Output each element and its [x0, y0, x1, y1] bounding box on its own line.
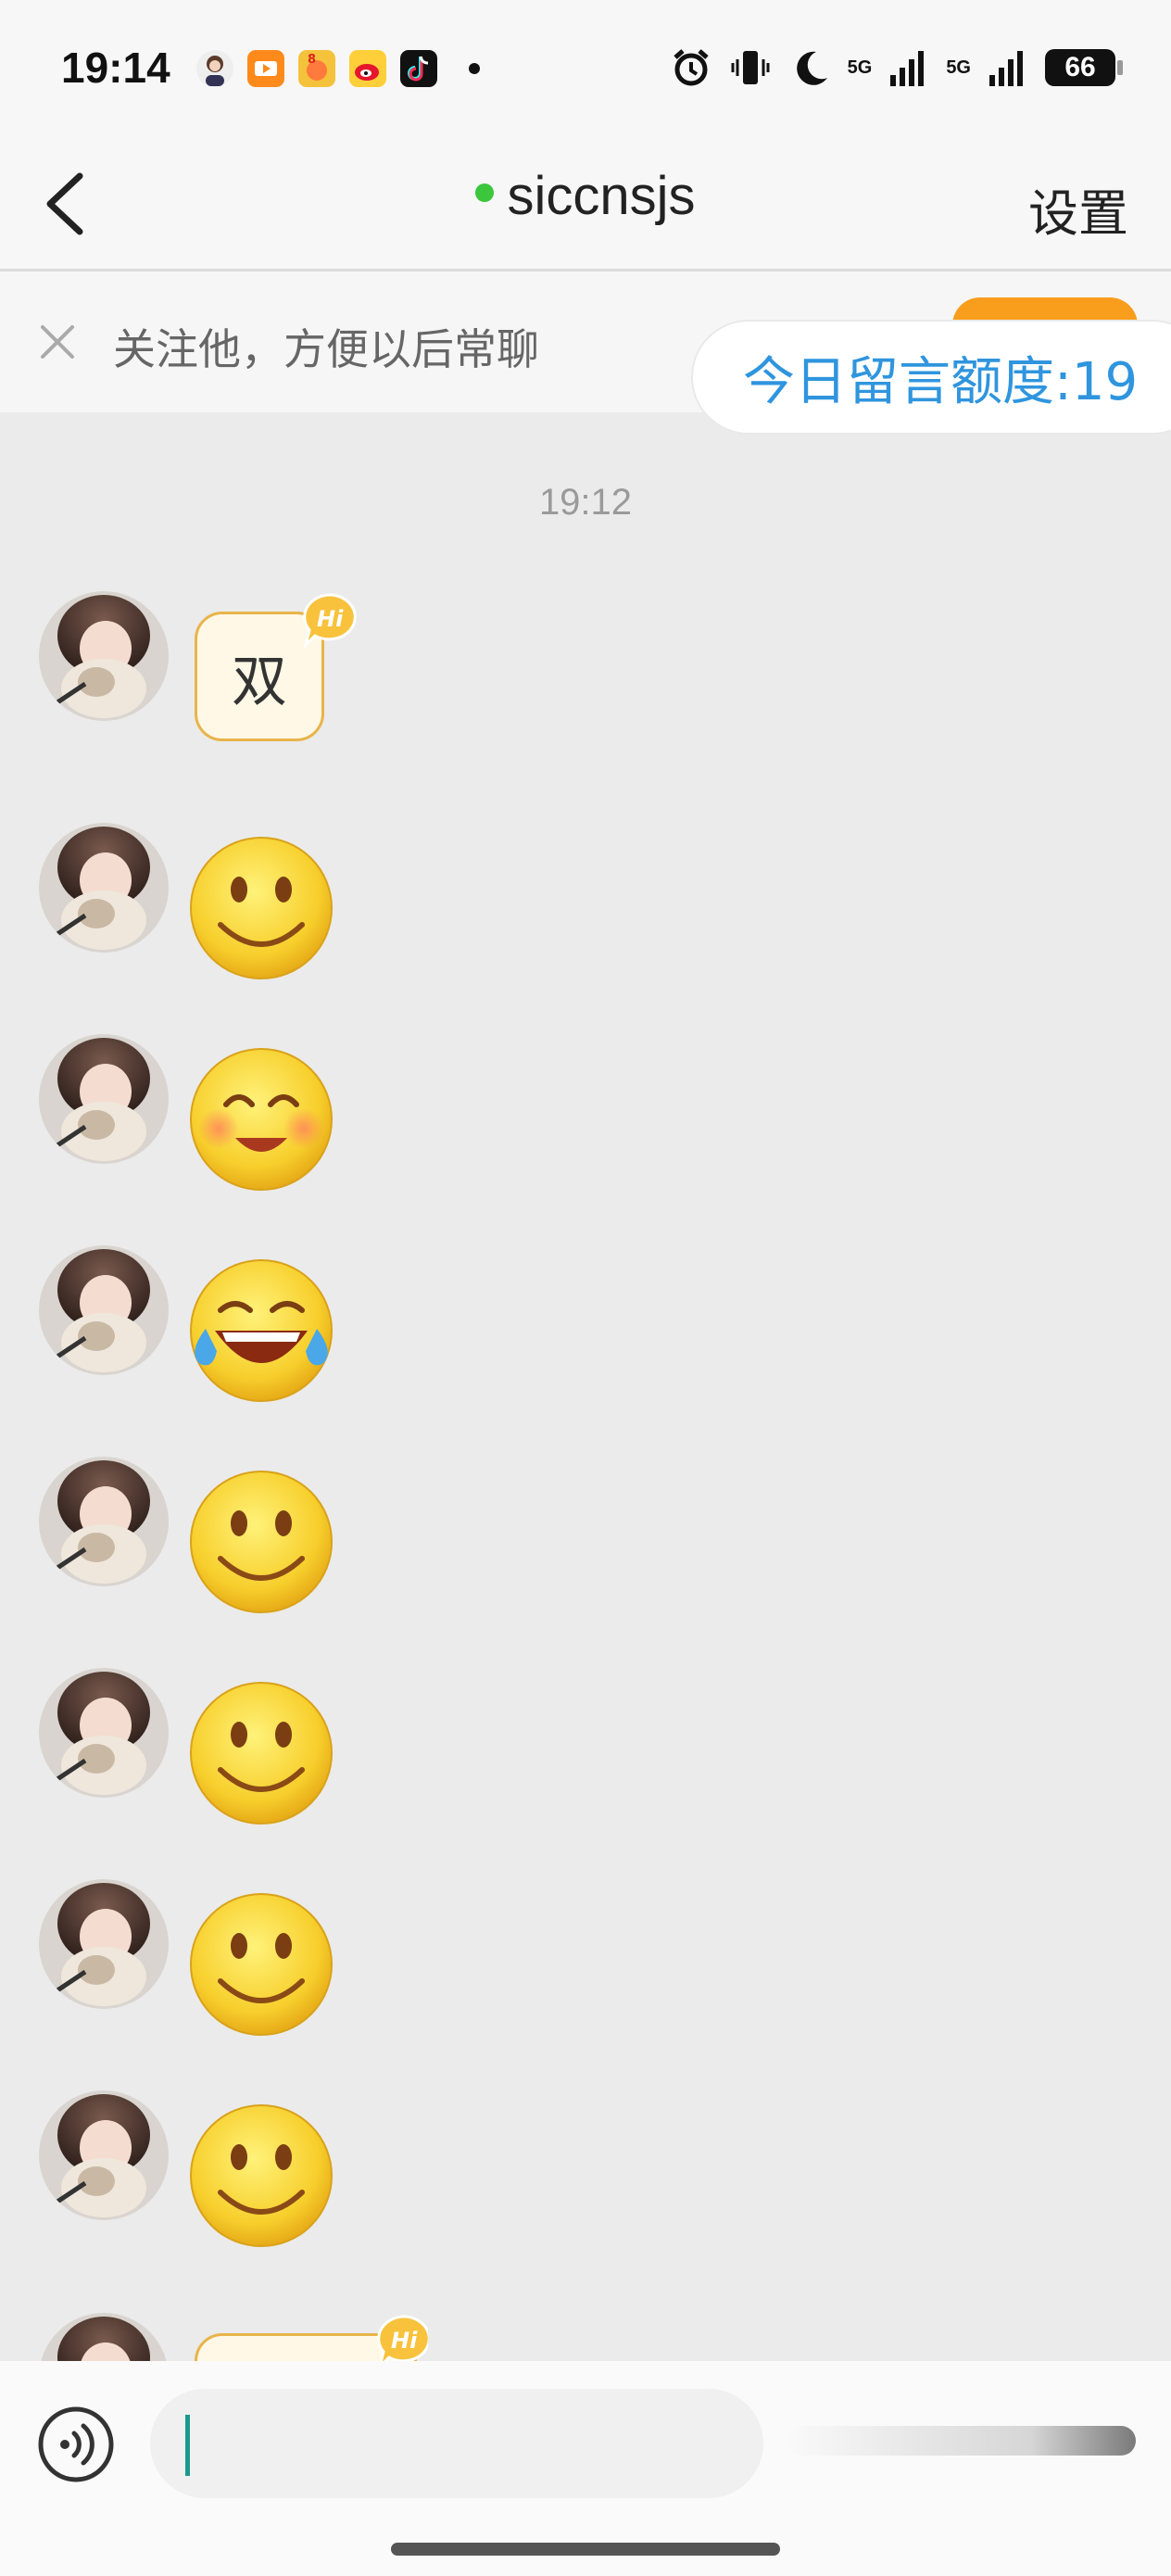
- avatar[interactable]: [39, 2313, 169, 2361]
- weibo-icon: [349, 50, 386, 87]
- tiktok-icon: [400, 50, 437, 87]
- hi-badge-text: Hi: [391, 2328, 418, 2354]
- video-app-icon: [247, 50, 284, 87]
- chat-message[interactable]: [39, 1879, 372, 2036]
- avatar[interactable]: [39, 1034, 169, 1164]
- avatar[interactable]: [39, 823, 169, 953]
- message-input[interactable]: [150, 2389, 763, 2498]
- smile-emoji-icon[interactable]: [187, 1890, 335, 2039]
- online-status-dot: [475, 183, 495, 202]
- chat-message[interactable]: [39, 1245, 372, 1402]
- avatar[interactable]: [39, 591, 169, 721]
- hi-badge-icon: Hi: [303, 593, 357, 649]
- send-area[interactable]: [786, 2426, 1136, 2456]
- avatar[interactable]: [39, 1457, 169, 1586]
- vibrate-icon: [731, 51, 770, 84]
- settings-button[interactable]: 设置: [1028, 172, 1128, 246]
- smile-emoji-icon[interactable]: [187, 2102, 335, 2250]
- blush-emoji-icon[interactable]: [187, 1045, 335, 1193]
- smile-emoji-icon[interactable]: [187, 1679, 335, 1827]
- network-type-1: 5G: [847, 57, 873, 78]
- avatar[interactable]: [39, 1879, 169, 2009]
- smile-emoji-icon[interactable]: [187, 834, 335, 982]
- chat-message[interactable]: Hi: [39, 2313, 428, 2361]
- notification-more-dot: [469, 63, 480, 74]
- nav-title-wrap: siccnsjs: [0, 165, 1171, 227]
- battery-level: 66: [1064, 52, 1096, 82]
- battery-indicator: 66: [1045, 49, 1123, 86]
- message-quota-badge: 今日留言额度:19: [691, 320, 1171, 435]
- avatar[interactable]: [39, 1245, 169, 1375]
- status-time: 19:14: [61, 44, 170, 92]
- chat-message[interactable]: [39, 1457, 372, 1613]
- alarm-icon: [673, 49, 709, 86]
- status-indicators: 5G 5G 66: [670, 44, 1123, 91]
- chat-message[interactable]: [39, 823, 372, 979]
- smile-emoji-icon[interactable]: [187, 1468, 335, 1616]
- chat-message[interactable]: [39, 2090, 372, 2247]
- input-bar: [0, 2361, 1171, 2576]
- hi-sticker-text: 双: [232, 649, 287, 714]
- text-caret: [185, 2415, 190, 2476]
- moon-icon: [796, 51, 827, 85]
- signal-icon: [989, 51, 1023, 86]
- status-bar: 19:14 8 5G 5G 66: [0, 0, 1171, 139]
- chat-timestamp: 19:12: [538, 482, 633, 523]
- hi-badge-icon: Hi: [377, 2315, 428, 2361]
- page-title: siccnsjs: [507, 166, 696, 226]
- game-app-icon: 8: [298, 50, 335, 87]
- chat-message[interactable]: [39, 1034, 372, 1191]
- home-indicator[interactable]: [391, 2543, 780, 2556]
- network-type-2: 5G: [946, 57, 971, 78]
- nav-bar: siccnsjs 设置: [0, 139, 1171, 271]
- laugh-tears-emoji-icon[interactable]: [187, 1256, 335, 1405]
- avatar[interactable]: [39, 2090, 169, 2220]
- hi-badge-text: Hi: [317, 606, 344, 632]
- svg-text:8: 8: [308, 53, 316, 67]
- chat-message[interactable]: [39, 1668, 372, 1825]
- avatar[interactable]: [39, 1668, 169, 1798]
- close-icon[interactable]: [37, 322, 78, 362]
- avatar-app-icon: [196, 50, 233, 87]
- message-quota-label: 今日留言额度:19: [743, 351, 1139, 412]
- follow-banner-text: 关注他，方便以后常聊: [113, 324, 539, 374]
- voice-input-button[interactable]: [37, 2406, 115, 2483]
- signal-icon: [890, 51, 925, 86]
- chat-message[interactable]: 双 Hi: [39, 591, 428, 741]
